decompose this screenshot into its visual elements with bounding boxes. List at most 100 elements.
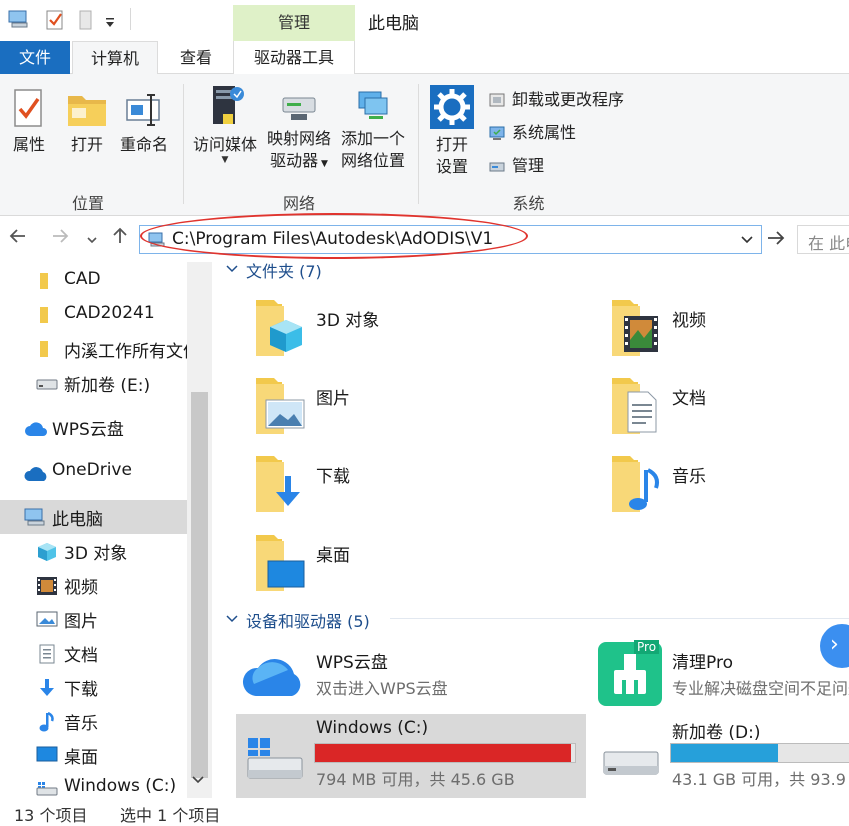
computer-icon[interactable] [8,9,30,33]
nav-item-label: 音乐 [64,714,98,734]
nav-item-label: 文档 [64,646,98,666]
properties-button[interactable]: 属性 [6,88,52,156]
collapse-chevron-icon [226,615,238,623]
recent-locations-chevron-icon[interactable] [86,230,98,251]
add-location-label-line2: 网络位置 [340,151,405,170]
3d-cube-icon [38,543,56,561]
access-media-button[interactable]: 访问媒体 ▼ [190,82,260,165]
nav-item-desktop[interactable]: 桌面 [0,739,187,771]
device-wps-cloud[interactable]: WPS云盘 双击进入WPS云盘 [236,636,586,720]
computer-icon [24,508,45,526]
tab-drive-tools[interactable]: 驱动器工具 [233,41,355,74]
nav-item-cad20241[interactable]: CAD20241 [0,299,187,331]
selected-count: 选中 1 个项目 [120,806,221,825]
rename-label: 重命名 [119,135,168,154]
tab-computer[interactable]: 计算机 [72,41,158,75]
wps-cloud-icon [25,422,47,436]
system-properties-button[interactable]: 系统属性 [488,120,648,146]
tab-file[interactable]: 文件 [0,41,70,74]
address-path[interactable]: C:\Program Files\Autodesk\AdODIS\V1 [172,229,493,249]
nav-item-label: CAD20241 [64,303,155,323]
drive-free-space: 794 MB 可用，共 45.6 GB [316,770,515,789]
new-folder-icon[interactable] [78,9,94,35]
folder-icon [40,273,48,289]
properties-check-icon[interactable] [45,9,65,35]
3d-objects-folder-icon [256,300,302,356]
dropdown-arrow-icon: ▼ [221,155,229,165]
videos-folder-icon [612,300,658,356]
drive-icon [603,751,659,775]
drive-icon [36,379,58,390]
back-arrow-icon[interactable] [8,226,28,251]
collapse-chevron-icon [226,265,238,273]
add-network-location-button[interactable]: 添加一个 网络位置 [338,88,408,172]
ribbon-tab-bar: 文件 计算机 查看 驱动器工具 [0,41,849,75]
nav-item-3d-objects[interactable]: 3D 对象 [0,535,187,567]
folder-documents[interactable]: 文档 [608,374,849,444]
drive-usage-bar [670,743,849,763]
nav-item-music[interactable]: 音乐 [0,705,187,737]
nav-item-pictures[interactable]: 图片 [0,603,187,635]
nav-scrollbar-thumb[interactable] [191,392,208,778]
documents-folder-icon [612,378,657,434]
open-button[interactable]: 打开 [64,88,110,156]
go-arrow-icon[interactable] [766,229,786,252]
media-icon [213,86,244,124]
nav-item-label: OneDrive [52,460,132,480]
network-drive-icon [282,97,316,120]
nav-item-label: WPS云盘 [52,420,124,440]
network-location-icon [358,91,388,119]
nav-item-work-files[interactable]: 内溪工作所有文件 [0,333,187,365]
address-row: C:\Program Files\Autodesk\AdODIS\V1 在 此电 [0,216,849,262]
folder-videos[interactable]: 视频 [608,296,849,366]
folder-3d-objects[interactable]: 3D 对象 [252,296,552,366]
quick-access-separator [130,8,131,30]
nav-item-wps-cloud[interactable]: WPS云盘 [0,411,187,443]
nav-item-videos[interactable]: 视频 [0,569,187,601]
folder-desktop[interactable]: 桌面 [252,531,552,601]
tab-view[interactable]: 查看 [160,41,232,74]
device-cleanup-pro[interactable]: Pro 清理Pro 专业解决磁盘空间不足问题 [592,636,849,720]
open-label: 打开 [70,135,103,154]
nav-item-windows-c[interactable]: Windows (C:) [0,772,187,798]
group-label-location: 位置 [71,194,104,213]
manage-icon [489,162,505,172]
nav-item-label: 此电脑 [52,510,103,530]
device-drive-d[interactable]: 新加卷 (D:) 43.1 GB 可用，共 93.9 GB [592,714,849,798]
rename-button[interactable]: 重命名 [116,88,172,156]
address-dropdown-chevron-icon[interactable] [741,235,753,245]
up-arrow-icon[interactable] [110,226,130,251]
nav-item-downloads[interactable]: 下载 [0,671,187,703]
nav-item-label: CAD [64,269,101,289]
scroll-down-chevron-icon[interactable] [192,774,204,789]
folder-downloads[interactable]: 下载 [252,452,552,522]
nav-item-documents[interactable]: 文档 [0,637,187,669]
search-box[interactable]: 在 此电 [797,225,849,254]
folder-label: 视频 [672,311,706,331]
manage-button[interactable]: 管理 [488,153,648,179]
device-name: WPS云盘 [316,653,388,673]
open-settings-button[interactable]: 打开 设置 [426,84,478,178]
nav-item-label: 图片 [64,612,98,632]
uninstall-label: 卸载或更改程序 [512,90,625,109]
folder-music[interactable]: 音乐 [608,452,849,522]
music-folder-icon [612,456,659,512]
settings-gear-icon [430,85,474,129]
forward-arrow-icon[interactable] [50,226,70,251]
section-divider [390,618,849,619]
address-bar[interactable]: C:\Program Files\Autodesk\AdODIS\V1 [139,225,762,254]
nav-item-drive-e[interactable]: 新加卷 (E:) [0,367,187,399]
nav-item-cad[interactable]: CAD [0,265,187,297]
device-windows-c[interactable]: Windows (C:) 794 MB 可用，共 45.6 GB [236,714,586,798]
nav-item-onedrive[interactable]: OneDrive [0,456,187,488]
nav-item-label: 视频 [64,578,98,598]
nav-item-this-pc[interactable]: 此电脑 [0,500,187,534]
folder-label: 桌面 [316,546,350,566]
folder-icon [40,307,48,323]
search-input[interactable]: 在 此电 [808,230,849,254]
map-network-drive-button[interactable]: 映射网络 驱动器 ▼ [264,88,334,175]
uninstall-program-button[interactable]: 卸载或更改程序 [488,87,648,113]
customize-quick-access-icon[interactable] [104,14,116,33]
document-icon [39,644,55,664]
folder-pictures[interactable]: 图片 [252,374,552,444]
